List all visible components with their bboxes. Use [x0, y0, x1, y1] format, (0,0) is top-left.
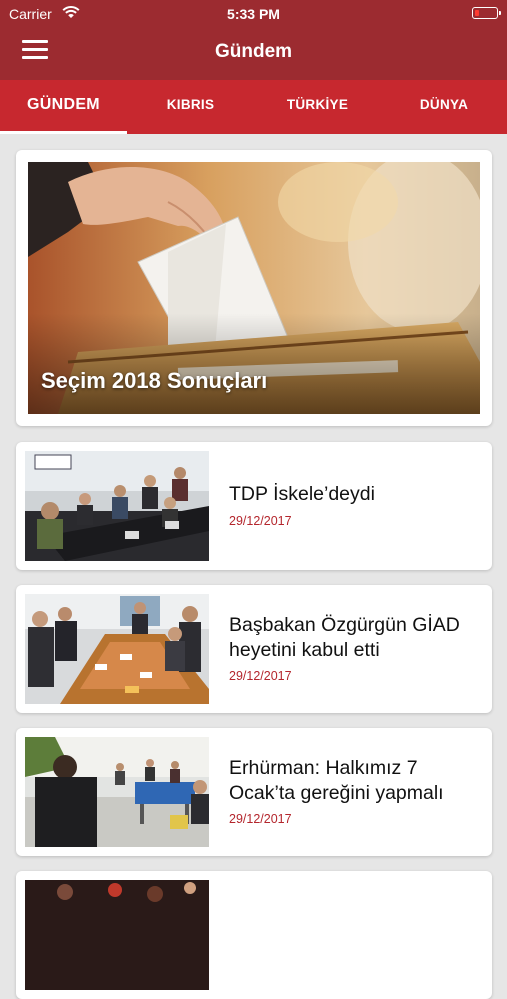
article-card-4[interactable] [16, 871, 492, 999]
article-title: TDP İskele’deydi [229, 483, 375, 505]
article-thumbnail [25, 737, 209, 847]
top-bar: Carrier 5:33 PM Gündem [0, 0, 507, 80]
category-tabs: GÜNDEM KIBRIS TÜRKİYE DÜNYA [0, 80, 507, 134]
tab-turkiye[interactable]: TÜRKİYE [254, 80, 381, 134]
article-thumbnail [25, 880, 209, 990]
tab-dunya[interactable]: DÜNYA [381, 80, 507, 134]
page-title: Gündem [214, 41, 293, 62]
article-date: 29/12/2017 [229, 669, 292, 683]
battery-icon [472, 7, 501, 19]
featured-card[interactable]: Seçim 2018 Sonuçları [16, 150, 492, 426]
article-date: 29/12/2017 [229, 812, 292, 826]
article-title: Erhürman: Halkımız 7 Ocak’ta gereğini ya… [229, 757, 444, 804]
article-thumbnail [25, 594, 209, 704]
article-card-3[interactable]: Erhürman: Halkımız 7 Ocak’ta gereğini ya… [16, 728, 492, 856]
status-time: 5:33 PM [227, 6, 280, 22]
tab-kibris[interactable]: KIBRIS [127, 80, 254, 134]
article-card-1[interactable]: TDP İskele’deydi 29/12/2017 [16, 442, 492, 570]
featured-title: Seçim 2018 Sonuçları [41, 368, 268, 393]
article-title: Başbakan Özgürgün GİAD heyetini kabul et… [229, 614, 460, 661]
article-date: 29/12/2017 [229, 514, 292, 528]
tab-gundem[interactable]: GÜNDEM [0, 80, 127, 134]
active-tab-indicator [0, 131, 127, 134]
article-thumbnail [25, 451, 209, 561]
status-bar: Carrier 5:33 PM [0, 0, 507, 28]
article-card-2[interactable]: Başbakan Özgürgün GİAD heyetini kabul et… [16, 585, 492, 713]
